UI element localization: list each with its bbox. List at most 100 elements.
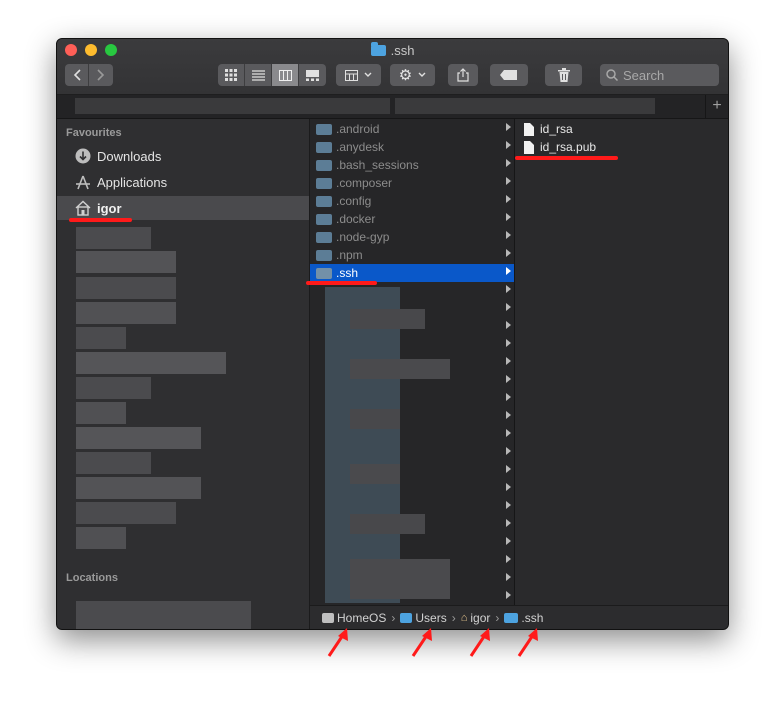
column-view-button[interactable] [272,64,299,86]
folder-name: .android [336,122,380,136]
disclosure-arrow-icon [506,501,511,509]
sidebar-item-label: Applications [97,174,168,190]
chevron-left-icon [73,69,81,81]
sidebar-item-label: igor [97,200,122,216]
sidebar-item-label: Downloads [97,148,162,164]
path-crumb-label: .ssh [521,610,544,625]
hard-drive-icon [322,612,334,623]
search-field[interactable]: Search [600,64,719,86]
folder-icon [316,231,332,243]
disclosure-arrow-icon [506,429,511,437]
disclosure-arrow-icon [506,447,511,455]
annotation-arrow [517,628,538,657]
tag-icon [500,70,517,80]
path-crumb-users[interactable]: Users [400,610,447,625]
disclosure-arrow-icon [506,537,511,545]
file-row[interactable]: id_rsa [515,120,728,138]
sidebar-item-downloads[interactable]: Downloads [57,144,309,168]
folder-row[interactable]: .node-gyp [310,228,514,246]
disclosure-arrow-icon [506,483,511,491]
disclosure-arrow-icon [506,411,511,419]
folder-name: .anydesk [336,140,385,154]
folder-row[interactable]: .bash_sessions [310,156,514,174]
annotation-arrow [469,628,490,657]
path-crumb-igor[interactable]: ⌂ igor [461,611,491,625]
disclosure-arrow-icon [506,375,511,383]
tab-redacted[interactable] [395,98,655,114]
annotation-arrow [411,628,432,657]
users-folder-icon [400,612,413,623]
folder-name: .node-gyp [336,230,390,244]
document-icon [524,122,534,136]
disclosure-arrow-icon [506,591,511,599]
path-separator: › [451,610,456,625]
disclosure-arrow-icon [506,177,511,185]
window-title: .ssh [57,42,728,58]
sidebar-item-applications[interactable]: Applications [57,170,309,194]
folder-name: .config [336,194,372,208]
disclosure-arrow-icon [506,159,511,167]
annotation-underline-igor [69,218,132,222]
back-forward-group [65,64,113,86]
folder-icon [316,159,332,171]
group-grid-icon [345,69,358,81]
trash-button[interactable] [545,64,582,86]
action-menu-button[interactable]: ⚙ [390,64,435,86]
annotation-underline-id-rsa-pub [515,156,618,160]
folder-row[interactable]: .docker [310,210,514,228]
file-row[interactable]: id_rsa.pub [515,138,728,156]
disclosure-arrow-icon [506,123,511,131]
gallery-icon [306,69,319,81]
disclosure-arrow-icon [506,573,511,581]
window-title-text: .ssh [390,43,415,58]
annotation-underline-ssh [306,281,377,285]
sidebar-item-igor[interactable]: igor [57,196,309,220]
applications-icon [74,174,91,191]
share-button[interactable] [448,64,478,86]
path-crumb-homeos[interactable]: HomeOS [322,611,386,625]
disclosure-arrow-icon [506,303,511,311]
sidebar-favourites-header: Favourites [66,127,122,139]
disclosure-arrow-icon [506,285,511,293]
columns-icon [278,69,292,81]
home-icon: ⌂ [460,611,468,624]
disclosure-arrow-icon [506,555,511,563]
folder-icon [316,213,332,225]
folder-row[interactable]: .npm [310,246,514,264]
folder-row[interactable]: .composer [310,174,514,192]
folders-column: .android .anydesk .bash_sessions .composer.… [310,119,515,605]
file-name: id_rsa.pub [540,140,597,154]
chevron-right-icon [97,69,105,81]
folder-name: .bash_sessions [336,158,419,172]
group-by-button[interactable] [336,64,381,86]
folder-row[interactable]: .android [310,120,514,138]
new-tab-button[interactable]: + [705,95,728,118]
tab-bar: + [57,95,728,119]
path-crumb-ssh[interactable]: .ssh [504,611,543,625]
path-bar: HomeOS › Users › ⌂ igor › .ssh [310,605,728,629]
search-icon [606,69,618,81]
files-column: id_rsa id_rsa.pub [515,119,728,605]
folder-row[interactable]: .anydesk [310,138,514,156]
disclosure-arrow-icon [506,339,511,347]
list-icon [251,69,265,81]
icon-view-button[interactable] [218,64,245,86]
path-crumb-label: Users [415,610,447,625]
gallery-view-button[interactable] [299,64,326,86]
folder-row[interactable]: .ssh [310,264,514,282]
disclosure-arrow-icon [506,465,511,473]
toolbar: .ssh ⚙ Search [57,39,728,95]
folder-icon [316,195,332,207]
trash-icon [557,68,570,82]
tab-redacted[interactable] [75,98,390,114]
back-button[interactable] [65,64,89,86]
folder-name: .ssh [336,266,359,280]
disclosure-arrow-icon [506,393,511,401]
sidebar-locations-header: Locations [66,572,118,584]
list-view-button[interactable] [245,64,272,86]
forward-button[interactable] [89,64,113,86]
edit-tags-button[interactable] [490,64,528,86]
folder-icon [316,141,332,153]
download-icon [74,148,91,165]
folder-row[interactable]: .config [310,192,514,210]
